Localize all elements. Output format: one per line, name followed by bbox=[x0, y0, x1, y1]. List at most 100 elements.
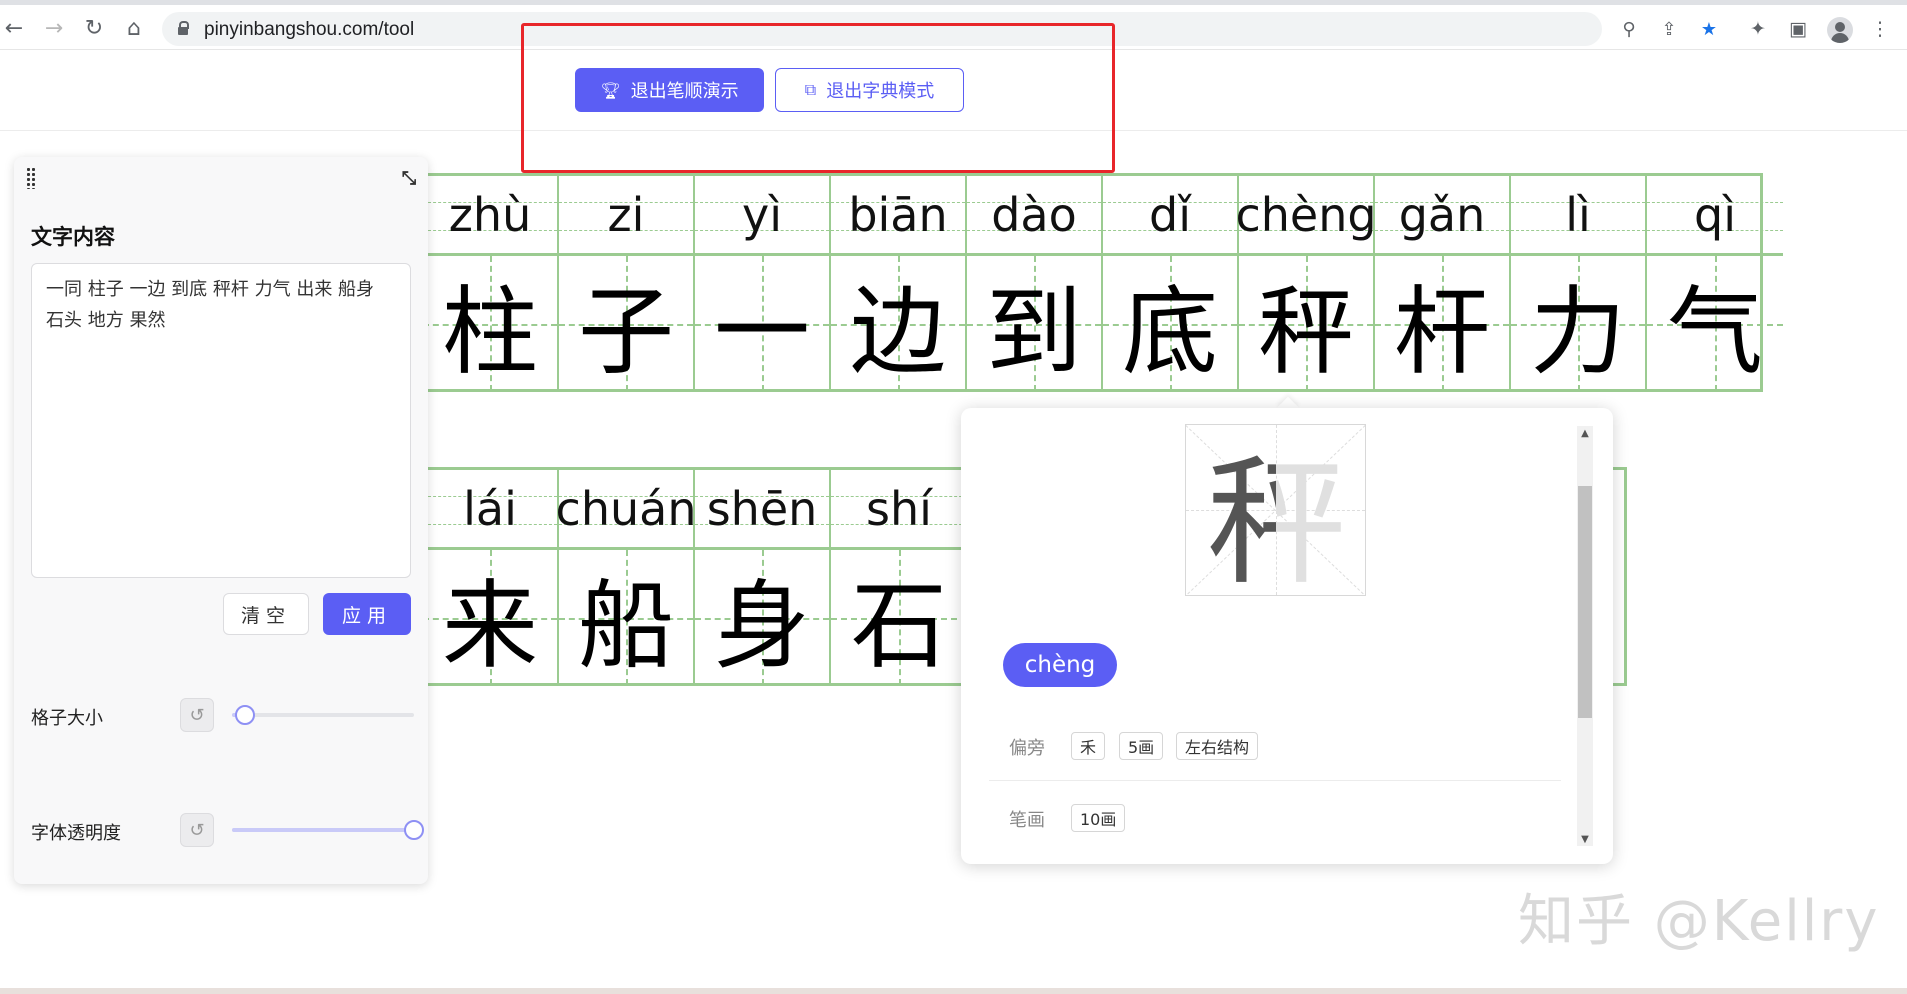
pinyin-cell: zi bbox=[559, 176, 693, 256]
pinyin-text: qì bbox=[1694, 187, 1736, 242]
grid-cell[interactable]: lì 力 bbox=[1511, 176, 1647, 391]
hanzi-char: 杆 bbox=[1394, 276, 1490, 388]
font-opacity-slider[interactable] bbox=[232, 820, 424, 840]
drag-handle-icon[interactable] bbox=[26, 167, 36, 189]
hanzi-cell: 边 bbox=[831, 256, 965, 391]
back-arrow-icon[interactable]: ← bbox=[0, 14, 28, 42]
practice-grid-row-2: lái 来 chuán 船 shēn 身 shí 石 bbox=[423, 470, 967, 685]
pinyin-text: shí bbox=[866, 481, 932, 536]
grid-cell[interactable]: dào 到 bbox=[967, 176, 1103, 391]
scroll-down-icon[interactable]: ▼ bbox=[1577, 832, 1593, 846]
pinyin-cell: yì bbox=[695, 176, 829, 256]
grid-cell[interactable]: biān 边 bbox=[831, 176, 967, 391]
lock-icon bbox=[178, 21, 189, 35]
home-icon[interactable]: ⌂ bbox=[120, 14, 148, 42]
grid-cell[interactable]: chuán 船 bbox=[556, 470, 696, 685]
grid-cell[interactable]: shí 石 bbox=[831, 470, 967, 685]
strokes-label: 笔画 bbox=[1009, 810, 1045, 831]
hanzi-char: 到 bbox=[986, 276, 1082, 388]
bottom-bar bbox=[0, 988, 1907, 994]
reset-opacity-icon[interactable]: ↺ bbox=[180, 813, 214, 847]
hanzi-char: 一 bbox=[714, 276, 810, 388]
scrollbar-thumb[interactable] bbox=[1578, 486, 1592, 718]
pinyin-pill[interactable]: chèng bbox=[1003, 643, 1117, 687]
scroll-up-icon[interactable]: ▲ bbox=[1577, 426, 1593, 440]
hanzi-char: 石 bbox=[851, 570, 947, 682]
pinyin-text: chèng bbox=[1235, 187, 1377, 242]
panel-title: 文字内容 bbox=[31, 225, 115, 249]
pinyin-text: shēn bbox=[706, 481, 818, 536]
hanzi-cell: 底 bbox=[1103, 256, 1237, 391]
side-panel-icon[interactable]: ▣ bbox=[1786, 17, 1810, 41]
hanzi-cell: 秤 bbox=[1239, 256, 1373, 391]
url-text: pinyinbangshou.com/tool bbox=[204, 19, 415, 40]
font-opacity-slider-thumb[interactable] bbox=[404, 820, 424, 840]
radical-tag: 禾 bbox=[1071, 732, 1106, 760]
apply-button[interactable]: 应用 bbox=[323, 593, 411, 635]
pinyin-text: dào bbox=[991, 187, 1077, 242]
radical-strokes-tag: 5画 bbox=[1119, 732, 1164, 760]
hanzi-char: 边 bbox=[850, 276, 946, 388]
menu-kebab-icon[interactable]: ⋮ bbox=[1868, 17, 1892, 41]
reload-icon[interactable]: ↻ bbox=[80, 14, 108, 42]
pinyin-text: chuán bbox=[555, 481, 697, 536]
grid-cell[interactable]: yì 一 bbox=[695, 176, 831, 391]
pinyin-cell: shí bbox=[831, 470, 967, 550]
pinyin-cell: chuán bbox=[556, 470, 696, 550]
grid-size-slider[interactable] bbox=[232, 705, 414, 725]
bookmark-star-icon[interactable]: ★ bbox=[1698, 18, 1720, 40]
pinyin-text: biān bbox=[848, 187, 948, 242]
hanzi-char: 气 bbox=[1667, 276, 1763, 388]
grid-size-slider-thumb[interactable] bbox=[234, 705, 255, 725]
hanzi-char: 船 bbox=[578, 570, 674, 682]
pinyin-text: lì bbox=[1565, 187, 1591, 242]
grid-cell[interactable]: shēn 身 bbox=[695, 470, 831, 685]
grid-cell[interactable]: zi 子 bbox=[559, 176, 695, 391]
pinyin-cell: gǎn bbox=[1375, 176, 1509, 256]
forward-arrow-icon[interactable]: → bbox=[40, 14, 68, 42]
hanzi-char: 柱 bbox=[442, 276, 538, 388]
reset-grid-size-icon[interactable]: ↺ bbox=[180, 698, 214, 732]
pinyin-text: yì bbox=[741, 187, 782, 242]
hanzi-char: 子 bbox=[578, 276, 674, 388]
popup-scrollbar[interactable]: ▲ ▼ bbox=[1577, 426, 1593, 846]
dictionary-popup: 秤 秤 chèng 偏旁 禾 5画 左右结构 笔画 10画 ▲ ▼ bbox=[961, 408, 1613, 864]
text-content-input[interactable]: 一同 柱子 一边 到底 秤杆 力气 出来 船身 石头 地方 果然 bbox=[31, 263, 411, 578]
grid-cell[interactable]: gǎn 杆 bbox=[1375, 176, 1511, 391]
profile-avatar-icon[interactable] bbox=[1827, 17, 1853, 43]
hanzi-cell: 身 bbox=[695, 550, 829, 685]
share-icon[interactable]: ⇪ bbox=[1658, 18, 1680, 40]
hanzi-cell: 一 bbox=[695, 256, 829, 391]
strokes-tag: 10画 bbox=[1071, 804, 1126, 832]
pinyin-text: zi bbox=[607, 187, 645, 242]
grid-cell[interactable]: dǐ 底 bbox=[1103, 176, 1239, 391]
zoom-icon[interactable]: ⚲ bbox=[1618, 18, 1640, 40]
clear-button[interactable]: 清空 bbox=[223, 593, 309, 635]
hanzi-cell: 杆 bbox=[1375, 256, 1509, 391]
hanzi-char: 身 bbox=[714, 570, 810, 682]
grid-size-label: 格子大小 bbox=[31, 708, 103, 729]
grid-cell[interactable]: qì 气 bbox=[1647, 176, 1783, 391]
watermark: 知乎 @Kellry bbox=[1518, 889, 1880, 954]
divider bbox=[989, 780, 1561, 781]
pinyin-cell: qì bbox=[1647, 176, 1783, 256]
pinyin-cell: dǐ bbox=[1103, 176, 1237, 256]
font-opacity-label: 字体透明度 bbox=[31, 823, 121, 844]
collapse-icon[interactable]: ⤡ bbox=[398, 167, 420, 189]
pinyin-cell: biān bbox=[831, 176, 965, 256]
pinyin-cell: lái bbox=[423, 470, 557, 550]
pinyin-cell: chèng bbox=[1235, 176, 1377, 256]
hanzi-cell: 柱 bbox=[423, 256, 557, 391]
pinyin-text: gǎn bbox=[1398, 187, 1486, 242]
hanzi-cell: 气 bbox=[1647, 256, 1783, 391]
hanzi-char: 秤 bbox=[1258, 276, 1354, 388]
grid-cell[interactable]: lái 来 bbox=[423, 470, 559, 685]
pinyin-text: dǐ bbox=[1149, 187, 1191, 242]
pinyin-text: zhù bbox=[448, 187, 532, 242]
extensions-puzzle-icon[interactable]: ✦ bbox=[1746, 17, 1770, 41]
grid-cell[interactable]: chèng 秤 bbox=[1235, 176, 1377, 391]
hanzi-cell: 石 bbox=[831, 550, 967, 685]
grid-cell[interactable]: zhù 柱 bbox=[423, 176, 559, 391]
stroke-order-canvas: 秤 秤 bbox=[1185, 424, 1366, 596]
pinyin-text: lái bbox=[463, 481, 517, 536]
